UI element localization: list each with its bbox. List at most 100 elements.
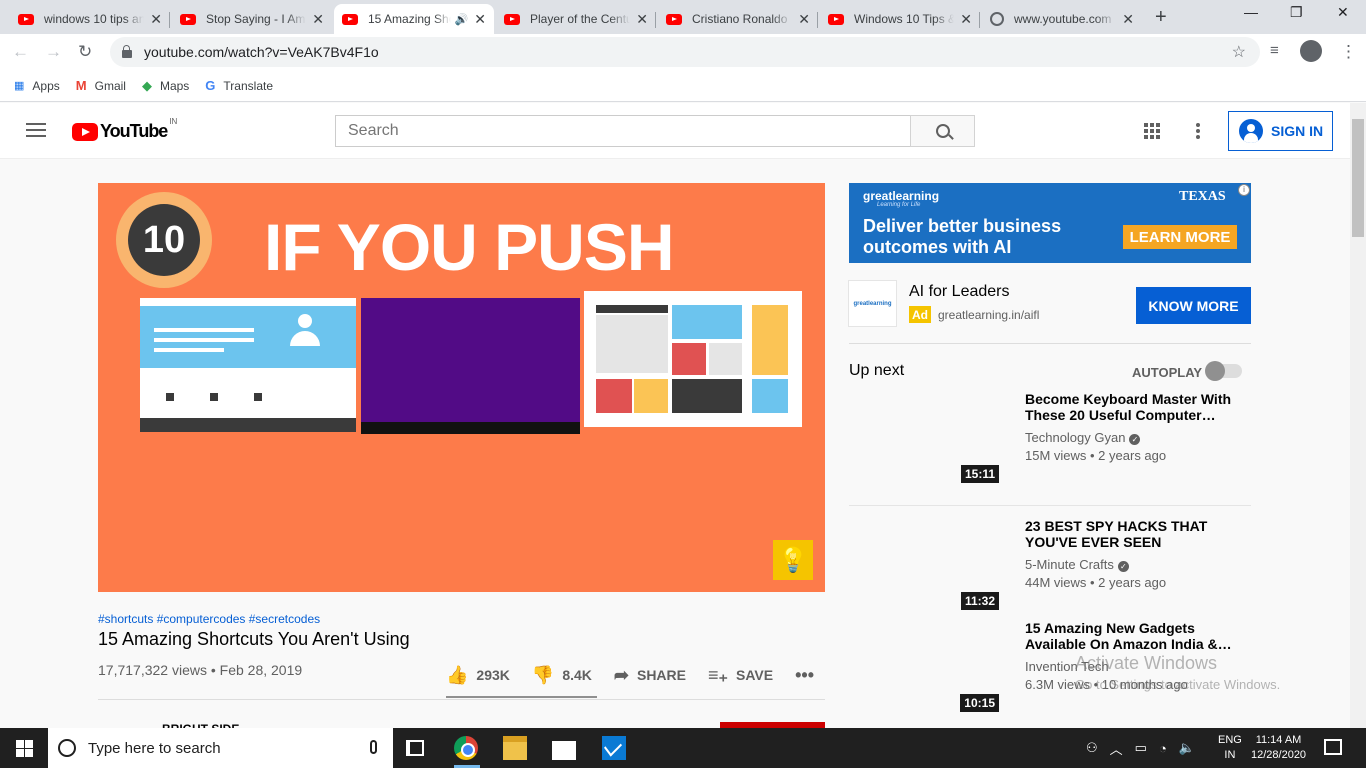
bookmark-maps[interactable]: ◆ Maps xyxy=(142,78,189,94)
close-tab-icon[interactable]: ✕ xyxy=(636,11,648,28)
input-language[interactable]: ENG IN xyxy=(1218,733,1242,763)
youtube-icon xyxy=(666,13,682,25)
share-button[interactable]: ➦ SHARE xyxy=(614,665,686,686)
clock-time: 11:14 AM xyxy=(1255,734,1302,746)
microphone-icon[interactable] xyxy=(370,740,377,754)
back-icon[interactable]: ← xyxy=(12,42,29,62)
profile-icon[interactable] xyxy=(1300,40,1322,62)
video-player[interactable]: 10 IF YOU PUSH 💡 xyxy=(98,183,825,592)
youtube-logo[interactable]: YouTube IN xyxy=(72,117,177,142)
browser-tab[interactable]: Windows 10 Tips & Tricks ✕ xyxy=(820,4,980,34)
browser-tab[interactable]: Cristiano Ronaldo ✕ xyxy=(658,4,818,34)
ad-info-icon[interactable]: i xyxy=(1238,184,1250,196)
close-window-icon[interactable]: ✕ xyxy=(1337,4,1349,21)
sign-in-button[interactable]: SIGN IN xyxy=(1228,111,1333,151)
chrome-icon[interactable] xyxy=(454,736,478,760)
bookmark-translate[interactable]: G Translate xyxy=(205,78,273,93)
people-icon[interactable]: ⚇ xyxy=(1086,740,1098,756)
playlist-add-icon: ≡₊ xyxy=(708,664,729,685)
bookmark-gmail[interactable]: M Gmail xyxy=(76,78,126,93)
recommended-title[interactable]: 23 BEST SPY HACKS THAT YOU'VE EVER SEEN xyxy=(1025,518,1235,550)
chrome-menu-icon[interactable]: ⋮ xyxy=(1340,42,1357,62)
ad-headline-line: outcomes with AI xyxy=(863,237,1012,257)
know-more-button[interactable]: KNOW MORE xyxy=(1136,287,1251,324)
mail-icon[interactable] xyxy=(602,736,626,760)
system-tray: ⚇ ︿ ▭ ◔ 🔈 xyxy=(1086,728,1207,768)
url-text: youtube.com/watch?v=VeAK7Bv4F1o xyxy=(144,44,379,60)
maximize-icon[interactable]: ❐ xyxy=(1290,4,1303,21)
lock-icon[interactable] xyxy=(122,45,132,58)
address-bar[interactable]: youtube.com/watch?v=VeAK7Bv4F1o ☆ xyxy=(110,37,1260,67)
close-tab-icon[interactable]: ✕ xyxy=(150,11,162,28)
recommended-video[interactable]: 11:32 23 BEST SPY HACKS THAT YOU'VE EVER… xyxy=(849,518,1251,618)
file-explorer-icon[interactable] xyxy=(503,736,527,760)
up-next-heading: Up next xyxy=(849,362,905,379)
notification-center-icon[interactable] xyxy=(1324,739,1342,755)
save-button[interactable]: ≡₊ SAVE xyxy=(708,665,773,686)
volume-icon[interactable]: 🔈 xyxy=(1179,740,1195,756)
media-control-icon[interactable]: ≡ xyxy=(1270,42,1279,59)
settings-dots-icon[interactable] xyxy=(1196,123,1200,139)
language-code: ENG xyxy=(1218,734,1242,746)
like-ratio-bar xyxy=(446,696,597,698)
recommendation-divider xyxy=(849,505,1251,506)
thumbnail-headline: IF YOU PUSH xyxy=(264,210,675,284)
like-count: 293K xyxy=(476,667,510,683)
bookmark-star-icon[interactable]: ☆ xyxy=(1232,42,1246,62)
taskbar-search[interactable]: Type here to search xyxy=(48,728,393,768)
browser-tab[interactable]: Player of the Century ✕ xyxy=(496,4,656,34)
youtube-apps-icon[interactable] xyxy=(1144,123,1160,139)
hamburger-menu-icon[interactable] xyxy=(26,123,46,137)
browser-tab[interactable]: www.youtube.com ✕ xyxy=(982,4,1142,34)
recommended-title[interactable]: Become Keyboard Master With These 20 Use… xyxy=(1025,391,1235,423)
ad-banner[interactable]: greatlearning Learning for Life Deliver … xyxy=(849,183,1251,263)
like-button[interactable]: 👍 293K xyxy=(446,665,510,686)
browser-tab-active[interactable]: 15 Amazing Shortcuts 🔊 ✕ xyxy=(334,4,494,34)
more-actions-button[interactable]: ••• xyxy=(795,665,822,686)
task-view-icon[interactable] xyxy=(406,740,424,756)
close-tab-icon[interactable]: ✕ xyxy=(312,11,324,28)
autoplay-toggle[interactable] xyxy=(1205,361,1242,381)
reload-icon[interactable]: ↻ xyxy=(78,42,92,62)
browser-tab[interactable]: windows 10 tips and tricks ✕ xyxy=(10,4,170,34)
recommended-channel: Technology Gyan ✓ xyxy=(1025,430,1141,445)
speaker-icon[interactable]: 🔊 xyxy=(455,13,469,26)
close-tab-icon[interactable]: ✕ xyxy=(960,11,972,28)
thumbnail-number: 10 xyxy=(128,204,200,276)
learn-more-button[interactable]: LEARN MORE xyxy=(1123,225,1237,249)
close-tab-icon[interactable]: ✕ xyxy=(474,11,486,28)
channel-name: Technology Gyan xyxy=(1025,430,1126,445)
ad-title[interactable]: AI for Leaders xyxy=(909,283,1010,301)
minimize-icon[interactable]: — xyxy=(1244,4,1258,20)
browser-tab-strip: windows 10 tips and tricks ✕ Stop Saying… xyxy=(0,0,1366,34)
tab-title: 15 Amazing Shortcuts xyxy=(368,12,451,26)
ad-divider xyxy=(849,343,1251,344)
bookmark-apps[interactable]: ▦ Apps xyxy=(14,79,60,93)
recommended-video[interactable]: 15:11 Become Keyboard Master With These … xyxy=(849,391,1251,491)
search-icon xyxy=(935,124,950,138)
wifi-icon[interactable]: ◔ xyxy=(1159,741,1167,756)
video-hashtags[interactable]: #shortcuts #computercodes #secretcodes xyxy=(98,612,320,626)
forward-icon[interactable]: → xyxy=(45,42,62,62)
windows-start-icon[interactable] xyxy=(16,740,33,757)
page-scrollbar[interactable] xyxy=(1350,103,1366,728)
battery-icon[interactable]: ▭ xyxy=(1135,740,1147,756)
search-button[interactable] xyxy=(910,115,975,147)
show-hidden-icons-icon[interactable]: ︿ xyxy=(1110,739,1123,758)
youtube-icon xyxy=(18,13,34,25)
close-tab-icon[interactable]: ✕ xyxy=(1122,11,1134,28)
microsoft-store-icon[interactable] xyxy=(552,736,576,760)
ad-brand: greatlearning xyxy=(863,189,940,203)
browser-tab[interactable]: Stop Saying - I Am Tired ✕ xyxy=(172,4,332,34)
scrollbar-thumb[interactable] xyxy=(1352,119,1364,237)
ad-brand-tagline: Learning for Life xyxy=(877,202,921,208)
windows-taskbar: Type here to search ⚇ ︿ ▭ ◔ 🔈 ENG IN 11:… xyxy=(0,728,1366,768)
recommended-title[interactable]: 15 Amazing New Gadgets Available On Amaz… xyxy=(1025,620,1235,652)
search-input[interactable] xyxy=(335,115,911,147)
dislike-button[interactable]: 👎 8.4K xyxy=(532,665,592,686)
new-tab-icon[interactable]: + xyxy=(1155,6,1167,29)
advertiser-logo[interactable]: greatlearning xyxy=(848,280,897,327)
tab-title: Stop Saying - I Am Tired xyxy=(206,12,306,26)
close-tab-icon[interactable]: ✕ xyxy=(798,11,810,28)
taskbar-clock[interactable]: 11:14 AM 12/28/2020 xyxy=(1251,733,1306,763)
